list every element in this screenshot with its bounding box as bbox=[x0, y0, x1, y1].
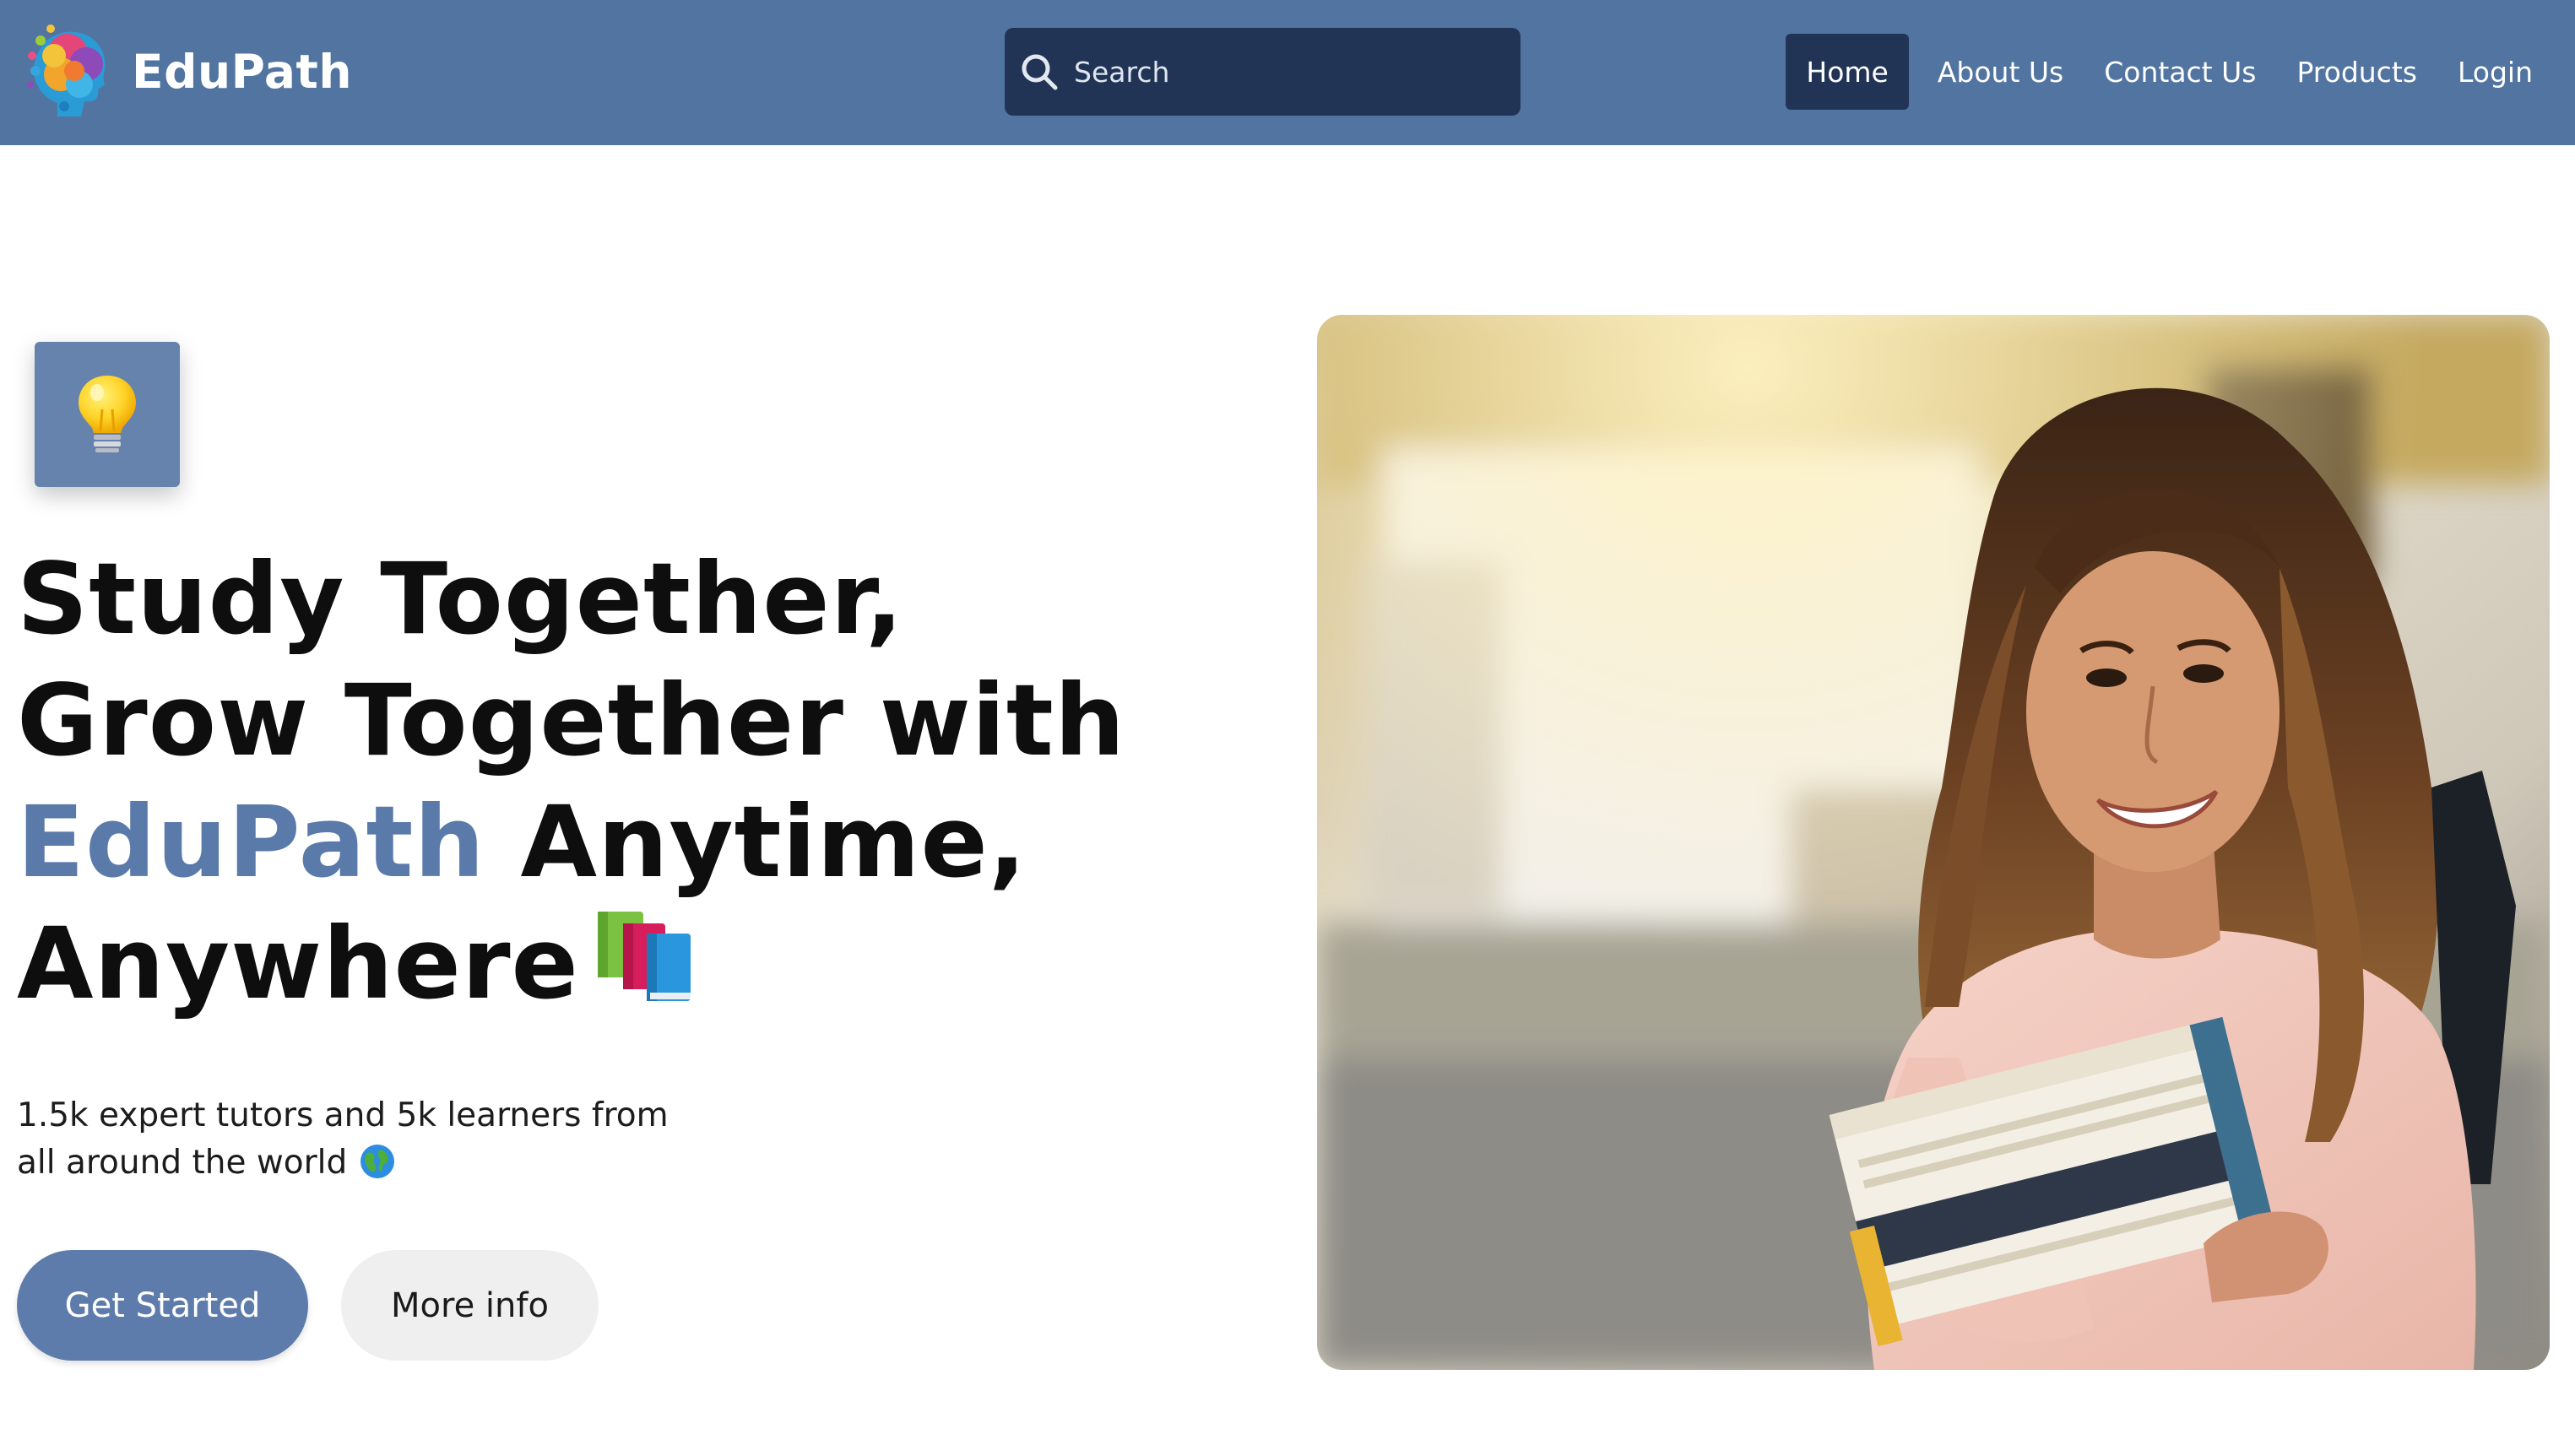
search-icon bbox=[1022, 54, 1058, 90]
hero-headline: Study Together, Grow Together with EduPa… bbox=[17, 539, 1182, 1025]
subtext-label: 1.5k expert tutors and 5k learners from … bbox=[17, 1096, 669, 1182]
nav-products[interactable]: Products bbox=[2276, 34, 2437, 110]
books-icon bbox=[597, 912, 691, 1001]
globe-icon bbox=[360, 1145, 395, 1178]
nav-about-us[interactable]: About Us bbox=[1917, 34, 2084, 110]
student-photo bbox=[1317, 315, 2550, 1370]
brand[interactable]: EduPath bbox=[24, 20, 352, 123]
lightbulb-badge bbox=[35, 342, 180, 487]
headline-text-part1: Study Together, Grow Together with bbox=[17, 541, 1126, 778]
get-started-button[interactable]: Get Started bbox=[17, 1250, 308, 1361]
search-input[interactable] bbox=[1074, 46, 1496, 97]
lightbulb-icon bbox=[79, 376, 136, 452]
headline-accent-brand: EduPath bbox=[17, 784, 485, 900]
top-navbar: EduPath Home About Us Contact Us Product… bbox=[0, 0, 2575, 145]
search-bar[interactable] bbox=[1005, 28, 1521, 116]
head-brain-logo-icon bbox=[27, 24, 106, 116]
nav-home[interactable]: Home bbox=[1786, 34, 1909, 110]
hero-subtext: 1.5k expert tutors and 5k learners from … bbox=[17, 1092, 709, 1187]
brand-name: EduPath bbox=[132, 45, 352, 99]
more-info-button[interactable]: More info bbox=[341, 1250, 599, 1361]
hero-image bbox=[1317, 315, 2550, 1370]
nav-contact-us[interactable]: Contact Us bbox=[2084, 34, 2276, 110]
nav-login[interactable]: Login bbox=[2437, 34, 2553, 110]
main-nav: Home About Us Contact Us Products Login bbox=[1786, 34, 2553, 110]
